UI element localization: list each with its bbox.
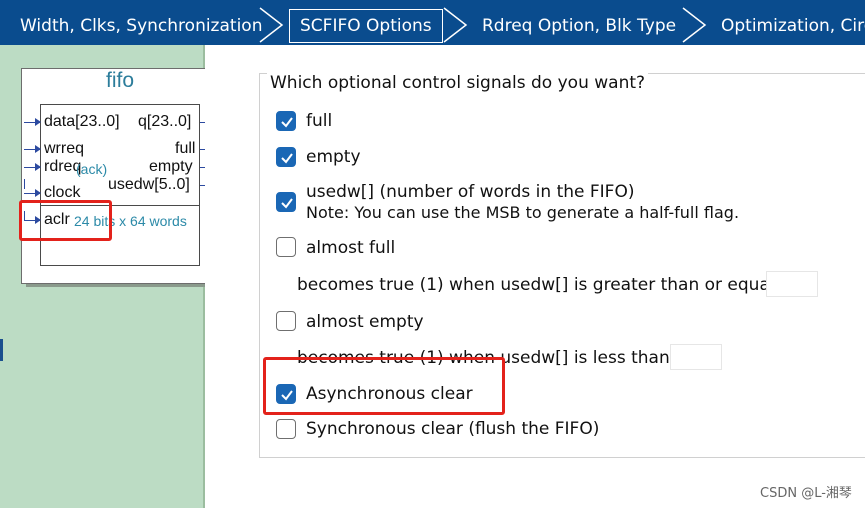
pin-wrreq: wrreq (44, 140, 85, 157)
pin-arrow (24, 118, 41, 126)
pin-ack-note: (ack) (76, 161, 108, 177)
almost-full-threshold-input[interactable] (766, 271, 818, 297)
pin-arrow (24, 145, 41, 153)
chevron-right-icon (443, 7, 468, 43)
usedw-checkbox[interactable] (276, 192, 296, 212)
pin-q: q[23..0] (138, 113, 192, 130)
sync-clear-label: Synchronous clear (flush the FIFO) (306, 419, 600, 439)
empty-checkbox[interactable] (276, 147, 296, 167)
almost-empty-checkbox[interactable] (276, 311, 296, 331)
highlight-aclr (19, 200, 112, 241)
usedw-label: usedw[] (number of words in the FIFO) (306, 182, 635, 202)
tab-optimization[interactable]: Optimization, Circu (721, 9, 865, 43)
tab-rdreq-option[interactable]: Rdreq Option, Blk Type (482, 9, 676, 43)
chevron-right-icon (259, 7, 284, 43)
pin-full: full (175, 140, 196, 157)
sync-clear-checkbox[interactable] (276, 419, 296, 439)
usedw-note: Note: You can use the MSB to generate a … (306, 203, 740, 222)
almost-full-checkbox[interactable] (276, 237, 296, 257)
pin-data: data[23..0] (44, 113, 120, 130)
options-question: Which optional control signals do you wa… (267, 73, 649, 93)
almost-full-label: almost full (306, 238, 396, 258)
almost-full-desc: becomes true (1) when usedw[] is greater… (297, 275, 798, 295)
scrollbar-marker[interactable] (0, 339, 3, 361)
tab-scfifo-options[interactable]: SCFIFO Options (289, 9, 443, 43)
symbol-title: fifo (105, 69, 134, 92)
empty-label: empty (306, 147, 361, 167)
tab-width-clks-sync[interactable]: Width, Clks, Synchronization (20, 9, 262, 43)
check-icon (281, 153, 293, 164)
almost-empty-label: almost empty (306, 312, 424, 332)
full-label: full (306, 111, 333, 131)
almost-empty-threshold-input[interactable] (670, 344, 722, 370)
pin-tick (24, 179, 25, 189)
chevron-right-icon (682, 7, 707, 43)
check-icon (281, 198, 293, 209)
check-icon (281, 117, 293, 128)
fifo-symbol: fifo data[23..0] wrreq rdreq (ack) clock… (21, 68, 219, 284)
pin-usedw: usedw[5..0] (108, 176, 190, 193)
highlight-async-clear (263, 357, 505, 415)
full-checkbox[interactable] (276, 111, 296, 131)
pin-empty: empty (149, 158, 193, 175)
pin-arrow (24, 189, 41, 197)
watermark: CSDN @L-湘琴 (760, 486, 852, 501)
wizard-tab-bar: Width, Clks, Synchronization SCFIFO Opti… (0, 0, 865, 45)
pin-arrow (24, 163, 41, 171)
